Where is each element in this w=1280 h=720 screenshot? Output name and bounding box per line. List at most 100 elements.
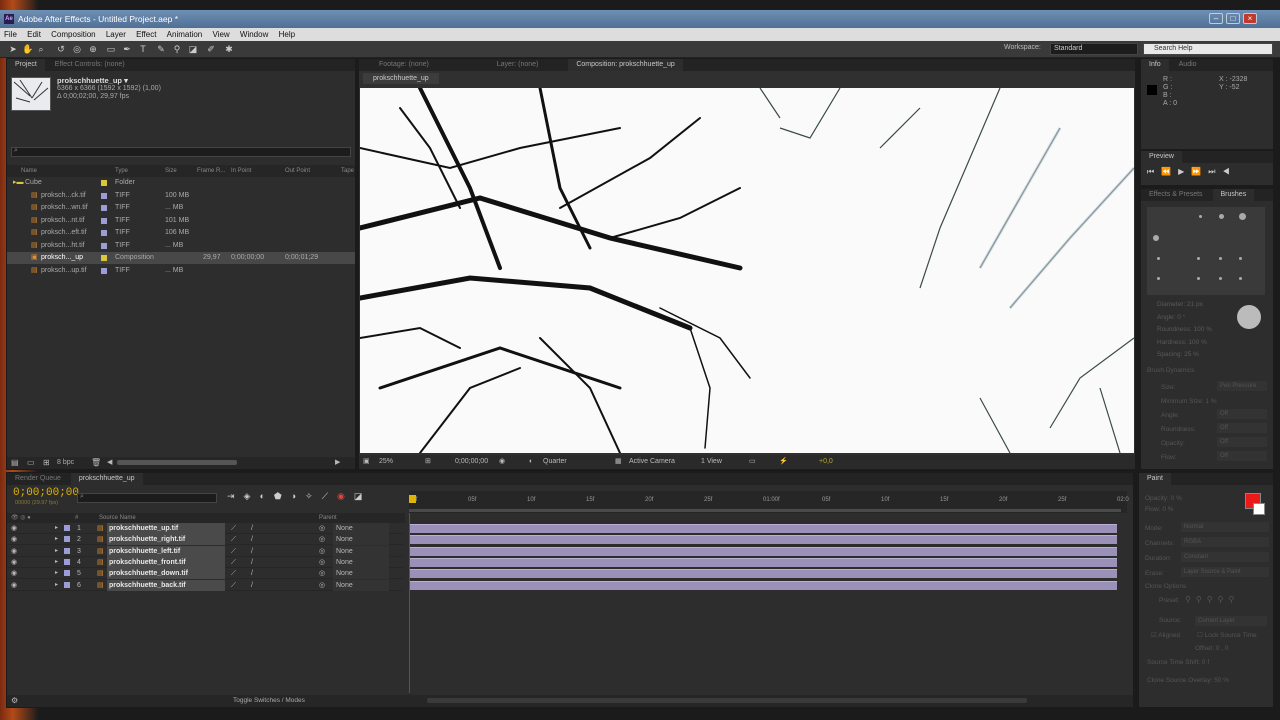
layer-duration-bar[interactable] xyxy=(409,569,1117,579)
layer-expand-icon[interactable]: ▸ xyxy=(55,546,58,557)
new-composition-icon[interactable]: ⊞ xyxy=(43,458,50,467)
menu-effect[interactable]: Effect xyxy=(132,28,160,41)
clone-source-overlay[interactable]: Clone Source Overlay: 50 % xyxy=(1147,677,1229,684)
magnification-select[interactable]: 25% xyxy=(379,455,393,469)
menu-window[interactable]: Window xyxy=(236,28,272,41)
rectangle-tool-icon[interactable]: ▭ xyxy=(106,44,116,54)
layer-visibility-icon[interactable]: ◉ xyxy=(11,546,17,557)
time-ruler[interactable]: 00f05f10f15f20f25f01:00f05f10f15f20f25f0… xyxy=(409,491,1129,513)
comp-mini-flowchart-icon[interactable]: ⇥ xyxy=(227,491,244,501)
parent-pickwhip-icon[interactable]: ◎ xyxy=(319,546,325,557)
clone-stamp-tool-icon[interactable]: ⚲ xyxy=(172,44,182,54)
delete-icon[interactable]: 🗑 xyxy=(91,458,101,467)
brush-hardness[interactable]: Hardness: 100 % xyxy=(1157,337,1212,350)
project-search-input[interactable]: ⌕ xyxy=(11,147,351,157)
layer-switch-shy-icon[interactable]: ⟋ xyxy=(231,568,236,579)
menu-animation[interactable]: Animation xyxy=(163,28,207,41)
parent-pickwhip-icon[interactable]: ◎ xyxy=(319,580,325,591)
label-color-swatch[interactable] xyxy=(101,230,107,236)
tab-footage[interactable]: Footage: (none) xyxy=(371,59,437,71)
layer-switch-shy-icon[interactable]: ⟋ xyxy=(231,523,236,534)
layer-quality-icon[interactable]: / xyxy=(251,546,253,557)
layer-switch-shy-icon[interactable]: ⟋ xyxy=(231,557,236,568)
pixel-aspect-icon[interactable]: ▭ xyxy=(749,455,756,469)
layer-label-swatch[interactable] xyxy=(64,547,70,554)
layer-label-swatch[interactable] xyxy=(64,525,70,531)
tab-effects-presets[interactable]: Effects & Presets xyxy=(1141,189,1211,201)
label-color-swatch[interactable] xyxy=(101,192,107,199)
col-name[interactable]: Name xyxy=(21,165,37,177)
horizontal-scrollbar[interactable] xyxy=(117,460,237,465)
project-item-row[interactable]: ▤ proksch...nt.tif TIFF 101 MB xyxy=(7,215,355,227)
layer-parent-select[interactable]: None xyxy=(333,523,389,534)
grid-overlay-icon[interactable]: ⊞ xyxy=(425,455,431,469)
transparency-grid-icon[interactable]: ▦ xyxy=(615,455,622,469)
tab-layer[interactable]: Layer: (none) xyxy=(489,59,547,71)
layer-expand-icon[interactable]: ▸ xyxy=(55,557,58,568)
parent-pickwhip-icon[interactable]: ◎ xyxy=(319,557,325,568)
lock-source-time-checkbox[interactable]: ☐ Lock Source Time xyxy=(1197,631,1257,639)
project-item-row[interactable]: ▤ proksch...up.tif TIFF ... MB xyxy=(7,265,355,277)
layer-visibility-icon[interactable]: ◉ xyxy=(11,580,17,591)
layer-duration-bar[interactable] xyxy=(409,557,1117,567)
workspace-select[interactable]: Standard xyxy=(1050,43,1138,55)
paint-duration-select[interactable]: Constant xyxy=(1181,552,1269,562)
view-layout-select[interactable]: 1 View xyxy=(701,455,722,469)
expand-layer-switches-icon[interactable]: ⚙ xyxy=(11,696,18,705)
timeline-layer-row[interactable]: ◉ ▸ 2 ▤ prokschhuette_right.tif ⟋ / ◎ None xyxy=(7,534,403,546)
col-parent[interactable]: Parent xyxy=(319,513,337,523)
label-color-swatch[interactable] xyxy=(101,255,107,261)
camera-tool-icon[interactable]: ◎ xyxy=(72,44,82,54)
tab-audio[interactable]: Audio xyxy=(1171,59,1205,71)
camera-select[interactable]: Active Camera xyxy=(629,455,675,469)
timeline-timecode[interactable]: 0;00;00;00 xyxy=(13,487,79,499)
next-frame-icon[interactable]: ⏩ xyxy=(1191,167,1208,176)
brush-tool-icon[interactable]: ✎ xyxy=(156,44,166,54)
project-item-row[interactable]: ▤ proksch...eft.tif TIFF 106 MB xyxy=(7,227,355,239)
label-color-swatch[interactable] xyxy=(101,242,107,249)
label-color-swatch[interactable] xyxy=(101,267,107,274)
timeline-layer-row[interactable]: ◉ ▸ 4 ▤ prokschhuette_front.tif ⟋ / ◎ None xyxy=(7,556,403,568)
tab-project[interactable]: Project xyxy=(7,59,45,71)
audio-icon[interactable]: ◀ xyxy=(1223,167,1237,176)
tab-effect-controls[interactable]: Effect Controls: (none) xyxy=(47,59,133,71)
layer-label-swatch[interactable] xyxy=(64,570,70,577)
layer-source-name[interactable]: prokschhuette_right.tif xyxy=(107,534,225,546)
col-source-name[interactable]: Source Name xyxy=(99,513,136,523)
timeline-search-input[interactable]: ⌕ xyxy=(77,493,217,503)
scroll-right-icon[interactable]: ▶ xyxy=(335,458,340,466)
layer-visibility-icon[interactable]: ◉ xyxy=(11,534,17,545)
minimize-icon[interactable]: – xyxy=(1209,13,1223,24)
layer-duration-bar[interactable] xyxy=(409,524,1117,533)
fast-previews-icon[interactable]: ⚡ xyxy=(779,455,788,469)
col-type[interactable]: Type xyxy=(115,165,128,177)
exposure-value[interactable]: +0,0 xyxy=(819,455,833,469)
dyn-size-select[interactable]: Pen Pressure xyxy=(1217,381,1267,391)
timeline-zoom-slider[interactable] xyxy=(427,698,1027,703)
paint-flow[interactable]: Flow: 0 % xyxy=(1145,504,1182,515)
layer-switch-shy-icon[interactable]: ⟋ xyxy=(231,580,236,591)
zoom-tool-icon[interactable]: ⌕ xyxy=(36,44,46,54)
aligned-checkbox[interactable]: ☑ Aligned xyxy=(1151,631,1180,639)
roto-brush-tool-icon[interactable]: ✐ xyxy=(206,44,216,54)
layer-expand-icon[interactable]: ▸ xyxy=(55,568,58,579)
clone-offset[interactable]: Offset: 0 , 0 xyxy=(1195,645,1228,652)
layer-label-swatch[interactable] xyxy=(64,536,70,543)
paint-opacity[interactable]: Opacity: 0 % xyxy=(1145,493,1182,504)
snapshot-icon[interactable]: ◉ xyxy=(499,455,505,469)
parent-pickwhip-icon[interactable]: ◎ xyxy=(319,534,325,545)
shy-layers-icon[interactable]: ◐ xyxy=(259,491,273,501)
scroll-left-icon[interactable]: ◀ xyxy=(107,458,112,466)
maximize-icon[interactable]: □ xyxy=(1226,13,1240,24)
menu-composition[interactable]: Composition xyxy=(47,28,99,41)
timeline-layer-row[interactable]: ◉ ▸ 6 ▤ prokschhuette_back.tif ⟋ / ◎ None xyxy=(7,579,403,591)
eraser-tool-icon[interactable]: ◪ xyxy=(188,44,198,54)
color-picker-icon[interactable]: ◐ xyxy=(529,455,533,469)
first-frame-icon[interactable]: ⏮ xyxy=(1147,167,1161,176)
background-color-swatch[interactable] xyxy=(1253,503,1265,515)
paint-erase-select[interactable]: Layer Source & Paint xyxy=(1181,567,1269,577)
project-item-row[interactable]: ▣ proksch..._up Composition 29,97 0;00;00;00… xyxy=(7,252,355,264)
tab-render-queue[interactable]: Render Queue xyxy=(7,473,69,485)
search-help-input[interactable]: Search Help xyxy=(1143,43,1273,55)
layer-source-name[interactable]: prokschhuette_back.tif xyxy=(107,579,225,591)
